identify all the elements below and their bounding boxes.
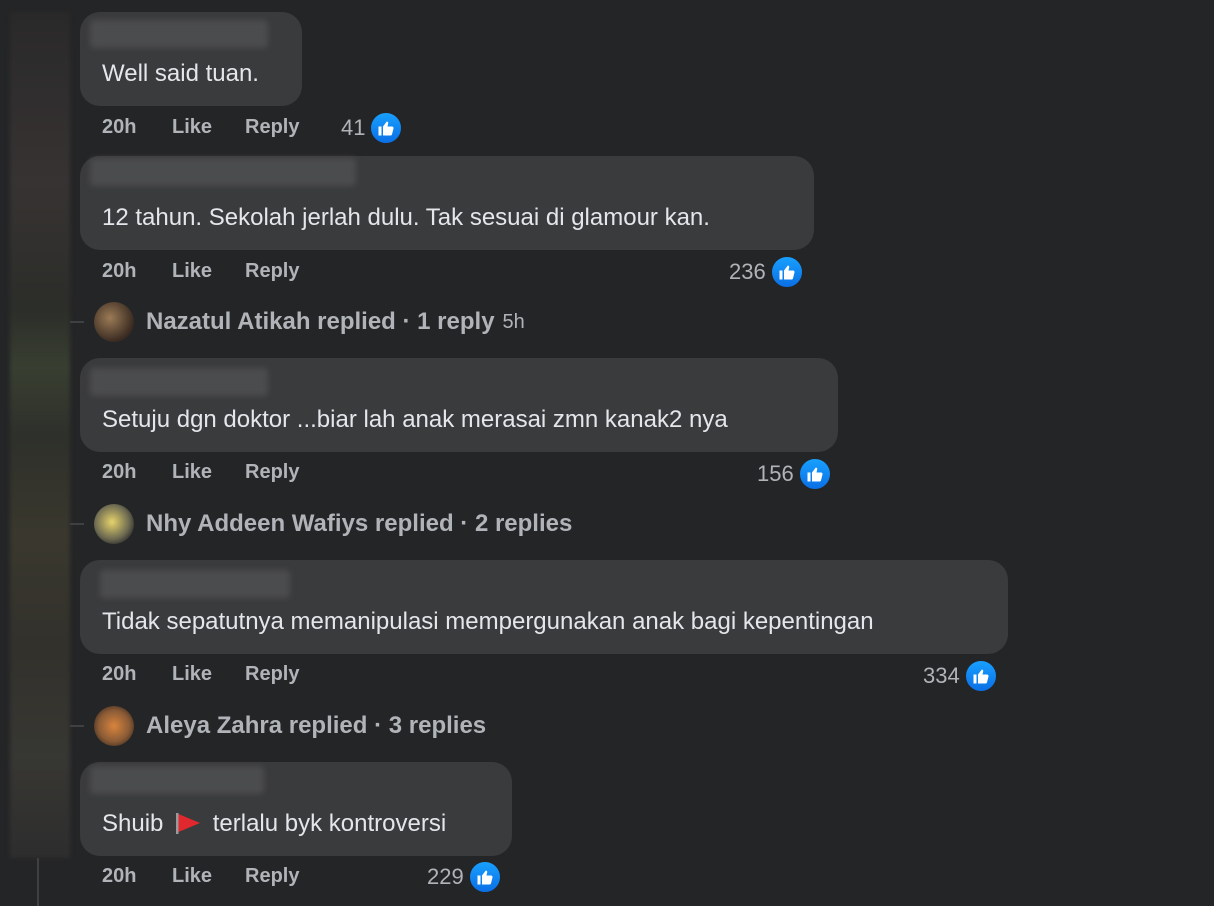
- reply-thread-link[interactable]: Nhy Addeen Wafiys replied · 2 replies: [70, 502, 572, 546]
- blurred-commenter-name[interactable]: [90, 766, 264, 794]
- timestamp[interactable]: 20h: [102, 116, 136, 139]
- blurred-avatar-column: [10, 12, 70, 858]
- thread-connector: [70, 321, 84, 323]
- blurred-commenter-name[interactable]: [90, 368, 268, 396]
- blurred-commenter-name[interactable]: [90, 158, 356, 186]
- reply-thread-label[interactable]: Aleya Zahra replied · 3 replies: [146, 712, 486, 740]
- red-flag-icon: [176, 813, 201, 834]
- timestamp[interactable]: 20h: [102, 260, 136, 283]
- comment-bubble: Tidak sepatutnya memanipulasi memperguna…: [80, 560, 1008, 654]
- reaction-count: 41: [341, 115, 366, 140]
- avatar[interactable]: [94, 302, 134, 342]
- reaction-summary[interactable]: 334: [923, 659, 998, 693]
- comment-text: Tidak sepatutnya memanipulasi memperguna…: [102, 608, 874, 635]
- thread-connector: [70, 725, 84, 727]
- timestamp[interactable]: 20h: [102, 663, 136, 686]
- like-icon: [467, 860, 502, 894]
- reaction-count: 156: [757, 461, 794, 486]
- timestamp[interactable]: 20h: [102, 865, 136, 888]
- reply-button[interactable]: Reply: [245, 865, 299, 888]
- comment-bubble: Setuju dgn doktor ...biar lah anak meras…: [80, 358, 838, 452]
- avatar[interactable]: [94, 706, 134, 746]
- comment-bubble: Well said tuan.: [80, 12, 302, 106]
- comment-text-start: Shuib: [102, 810, 164, 837]
- reaction-count: 334: [923, 663, 960, 688]
- blurred-commenter-name[interactable]: [90, 20, 268, 48]
- like-icon: [963, 659, 998, 693]
- like-icon: [797, 457, 832, 491]
- like-button[interactable]: Like: [172, 116, 212, 139]
- comment-bubble: 12 tahun. Sekolah jerlah dulu. Tak sesua…: [80, 156, 814, 250]
- thread-connector: [70, 523, 84, 525]
- timestamp[interactable]: 20h: [102, 461, 136, 484]
- reaction-count: 229: [427, 864, 464, 889]
- reaction-summary[interactable]: 41: [341, 111, 404, 145]
- thread-line: [37, 858, 39, 906]
- comment-bubble: Shuib terlalu byk kontroversi: [80, 762, 512, 856]
- reply-thread-label[interactable]: Nazatul Atikah replied · 1 reply: [146, 308, 495, 336]
- like-button[interactable]: Like: [172, 865, 212, 888]
- blurred-commenter-name[interactable]: [100, 570, 290, 598]
- reaction-summary[interactable]: 236: [729, 255, 804, 289]
- like-icon: [369, 111, 404, 145]
- reply-thread-label[interactable]: Nhy Addeen Wafiys replied · 2 replies: [146, 510, 572, 538]
- reply-button[interactable]: Reply: [245, 260, 299, 283]
- like-icon: [769, 255, 804, 289]
- comment-text: Setuju dgn doktor ...biar lah anak meras…: [102, 406, 728, 433]
- reaction-summary[interactable]: 229: [427, 860, 502, 894]
- like-button[interactable]: Like: [172, 663, 212, 686]
- avatar[interactable]: [94, 504, 134, 544]
- reply-thread-link[interactable]: Aleya Zahra replied · 3 replies: [70, 704, 486, 748]
- reply-button[interactable]: Reply: [245, 461, 299, 484]
- reaction-summary[interactable]: 156: [757, 457, 832, 491]
- comment-text-end: terlalu byk kontroversi: [212, 810, 447, 837]
- like-button[interactable]: Like: [172, 260, 212, 283]
- reply-button[interactable]: Reply: [245, 116, 299, 139]
- reaction-count: 236: [729, 259, 766, 284]
- reply-time: 5h: [502, 310, 525, 333]
- comment-text: 12 tahun. Sekolah jerlah dulu. Tak sesua…: [102, 204, 710, 231]
- reply-button[interactable]: Reply: [245, 663, 299, 686]
- like-button[interactable]: Like: [172, 461, 212, 484]
- comment-text: Well said tuan.: [102, 60, 259, 87]
- reply-thread-link[interactable]: Nazatul Atikah replied · 1 reply 5h: [70, 300, 525, 344]
- comment-text: Shuib terlalu byk kontroversi: [102, 810, 446, 838]
